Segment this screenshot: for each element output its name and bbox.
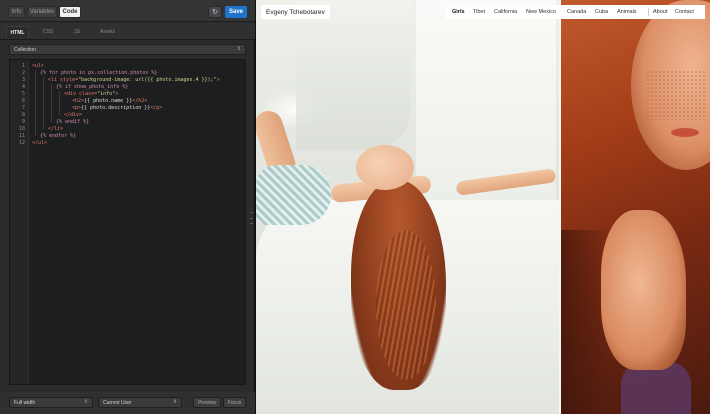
width-select-value: Full width [14, 399, 36, 406]
code-file-tabs: HTML CSS JS Assets [0, 23, 255, 40]
site-preview: Evgeny Tchebotarev Girls Tibet Californi… [256, 0, 710, 414]
code-token: {% if show_photo_info %} [56, 84, 129, 90]
nav-divider [648, 8, 649, 16]
template-select[interactable]: Collection ⇕ [9, 44, 246, 55]
nav-item-canada[interactable]: Canada [567, 5, 586, 19]
code-token: <ul> [32, 63, 45, 69]
code-line: {% for photo in px.collection.photos %} [40, 70, 157, 76]
theme-editor-panel: Info Variables Code ↻ Save HTML CSS JS A… [0, 0, 255, 414]
photo-shape [296, 0, 411, 150]
photo-shape [256, 165, 331, 225]
template-select-value: Collection [14, 46, 36, 53]
line-number: 7 [21, 105, 25, 111]
nav-item-about[interactable]: About [653, 5, 667, 19]
photo-shape [646, 70, 706, 120]
select-caret-icon: ⇕ [172, 399, 177, 405]
code-token: <p> [72, 105, 82, 111]
width-select[interactable]: Full width ⇕ [9, 397, 93, 408]
nav-item-new-mexico[interactable]: New Mexico [526, 5, 556, 19]
code-line: <li style="background-image: url({{ phot… [48, 77, 220, 83]
select-caret-icon: ⇕ [83, 399, 88, 405]
line-number: 10 [18, 126, 25, 132]
code-token: {% endfor %} [40, 133, 77, 139]
indent-guide [51, 84, 52, 122]
line-number: 12 [18, 140, 25, 146]
nav-item-girls[interactable]: Girls [452, 5, 465, 19]
focus-button[interactable]: Focus [223, 397, 246, 408]
photo-shape [356, 145, 414, 190]
code-token: </li> [48, 126, 64, 132]
site-title[interactable]: Evgeny Tchebotarev [261, 5, 330, 19]
select-caret-icon: ⇕ [236, 46, 241, 52]
code-line: <div class="info"> [64, 91, 118, 97]
code-line: </ul> [32, 140, 47, 146]
photo-shape [671, 128, 699, 137]
line-number: 1 [21, 63, 25, 69]
code-editor[interactable]: 1 2 3 4 5 6 7 8 9 10 11 12 <ul> {% for p… [9, 59, 246, 385]
line-number: 4 [21, 84, 25, 90]
photo-shape [601, 210, 686, 370]
code-line: </div> [64, 112, 82, 118]
refresh-button[interactable]: ↻ [208, 6, 222, 18]
code-line: {% endfor %} [40, 133, 76, 139]
code-token: {% endif %} [56, 119, 90, 125]
refresh-icon: ↻ [212, 9, 218, 16]
code-token: "info" [97, 91, 116, 97]
nav-item-cuba[interactable]: Cuba [595, 5, 608, 19]
site-nav: Girls Tibet California New Mexico Canada… [446, 5, 705, 19]
code-line: <ul> [32, 63, 44, 69]
code-token: </h2> [132, 98, 148, 104]
preview-button[interactable]: Preview [193, 397, 221, 408]
code-line: <p>{{ photo.description }}</p> [72, 105, 162, 111]
indent-guide [43, 77, 44, 129]
code-token: <li style= [48, 77, 79, 83]
code-token: {% for photo in px.collection.photos %} [40, 70, 158, 76]
line-number-gutter: 1 2 3 4 5 6 7 8 9 10 11 12 [10, 60, 29, 384]
line-number: 6 [21, 98, 25, 104]
tab-js[interactable]: JS [67, 26, 87, 38]
line-number: 3 [21, 77, 25, 83]
gallery-photo-2[interactable] [561, 0, 710, 414]
code-token: "background-image: url({{ photo.images.4… [78, 77, 217, 83]
code-token: > [216, 77, 220, 83]
code-token: <div class= [64, 91, 98, 97]
tab-css[interactable]: CSS [38, 26, 58, 38]
editor-bottom-bar: Full width ⇕ Current User ⇕ Preview Focu… [0, 392, 255, 414]
user-select-value: Current User [103, 399, 132, 406]
code-token: > [115, 91, 119, 97]
nav-item-tibet[interactable]: Tibet [473, 5, 485, 19]
code-token: {{ photo.description }} [81, 105, 151, 111]
code-token: <h2> [72, 98, 85, 104]
gallery-photo-1[interactable] [256, 0, 559, 414]
code-token: </p> [150, 105, 163, 111]
tab-info[interactable]: Info [8, 6, 25, 18]
code-line: <h2>{{ photo.name }}</h2> [72, 98, 147, 104]
code-line: </li> [48, 126, 63, 132]
nav-item-california[interactable]: California [494, 5, 517, 19]
save-button[interactable]: Save [225, 6, 247, 18]
tab-code[interactable]: Code [59, 6, 81, 18]
code-token: </div> [64, 112, 83, 118]
line-number: 8 [21, 112, 25, 118]
nav-item-animals[interactable]: Animals [617, 5, 637, 19]
tab-assets[interactable]: Assets [96, 26, 119, 38]
photo-shape [376, 230, 436, 380]
nav-item-contact[interactable]: Contact [675, 5, 694, 19]
line-number: 9 [21, 119, 25, 125]
tab-variables[interactable]: Variables [27, 6, 57, 18]
line-number: 5 [21, 91, 25, 97]
editor-top-bar: Info Variables Code ↻ Save [0, 0, 255, 22]
panel-resize-handle[interactable] [250, 212, 253, 224]
line-number: 2 [21, 70, 25, 76]
code-token: </ul> [32, 140, 48, 146]
code-line: {% if show_photo_info %} [56, 84, 128, 90]
code-line: {% endif %} [56, 119, 89, 125]
code-token: {{ photo.name }} [84, 98, 133, 104]
tab-html[interactable]: HTML [6, 26, 29, 38]
indent-guide [35, 70, 36, 136]
indent-guide [59, 91, 60, 115]
line-number: 11 [18, 133, 25, 139]
user-select[interactable]: Current User ⇕ [98, 397, 182, 408]
